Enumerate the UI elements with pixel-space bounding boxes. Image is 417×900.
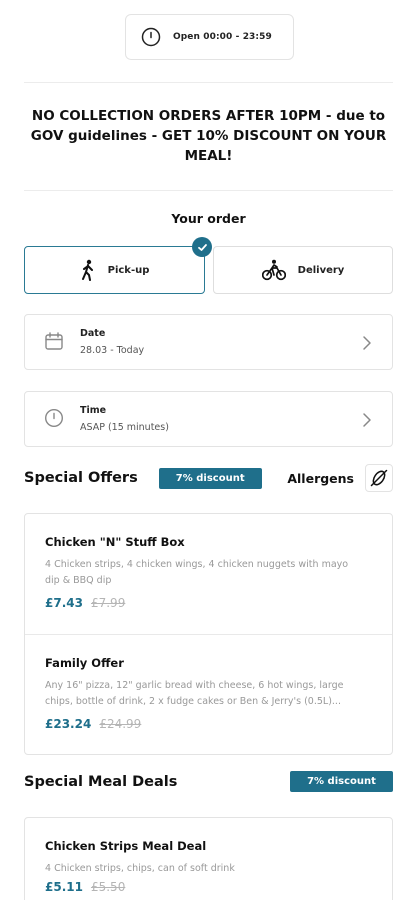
calendar-icon xyxy=(45,332,63,350)
item-description: 4 Chicken strips, 4 chicken wings, 4 chi… xyxy=(45,559,349,586)
your-order-title: Your order xyxy=(171,211,246,226)
selected-check-icon xyxy=(192,237,212,257)
chevron-right-icon xyxy=(363,413,371,427)
discount-badge: 7% discount xyxy=(158,467,262,489)
item-old-price: £24.99 xyxy=(99,717,142,731)
meal-deals-list: Chicken Strips Meal Deal 4 Chicken strip… xyxy=(24,817,393,900)
meal-deals-title: Special Meal Deals xyxy=(24,773,178,790)
divider xyxy=(24,190,393,191)
opening-hours: Open 00:00 - 23:59 xyxy=(125,14,294,60)
list-item[interactable]: Family Offer Any 16" pizza, 12" garlic b… xyxy=(25,634,392,754)
special-offers-list: Chicken "N" Stuff Box 4 Chicken strips, … xyxy=(24,513,393,755)
item-old-price: £7.99 xyxy=(90,596,126,610)
collection-notice: NO COLLECTION ORDERS AFTER 10PM - due to… xyxy=(30,108,387,164)
item-description: 4 Chicken strips, chips, can of soft dri… xyxy=(45,863,235,874)
delivery-label: Delivery xyxy=(297,264,345,276)
date-label: Date xyxy=(80,328,106,339)
item-old-price: £5.50 xyxy=(90,880,126,894)
opening-hours-text: Open 00:00 - 23:59 xyxy=(173,32,272,42)
delivery-option[interactable]: Delivery xyxy=(213,246,393,294)
clock-icon xyxy=(141,27,161,47)
item-name: Chicken "N" Stuff Box xyxy=(45,535,185,549)
clock-icon xyxy=(44,408,64,428)
special-offers-title: Special Offers xyxy=(24,470,138,486)
item-price: £5.11 xyxy=(45,880,83,894)
allergens-button[interactable] xyxy=(365,464,393,492)
list-item[interactable]: Chicken Strips Meal Deal 4 Chicken strip… xyxy=(25,818,392,900)
time-selector[interactable]: Time ASAP (15 minutes) xyxy=(24,391,393,447)
time-label: Time xyxy=(80,405,107,416)
pickup-label: Pick-up xyxy=(107,264,150,276)
item-name: Family Offer xyxy=(45,656,124,670)
bicycle-icon xyxy=(261,259,286,281)
meal-deals-header: Special Meal Deals 7% discount xyxy=(24,771,393,792)
special-offers-header: Special Offers 7% discount Allergens xyxy=(24,464,393,492)
time-value: ASAP (15 minutes) xyxy=(80,422,169,433)
item-price: £23.24 xyxy=(45,717,92,731)
chevron-right-icon xyxy=(363,336,371,350)
allergens-label[interactable]: Allergens xyxy=(287,471,354,486)
date-value: 28.03 - Today xyxy=(80,345,145,356)
date-selector[interactable]: Date 28.03 - Today xyxy=(24,314,393,370)
item-name: Chicken Strips Meal Deal xyxy=(45,839,207,853)
item-price: £7.43 xyxy=(45,596,83,610)
item-description: Any 16" pizza, 12" garlic bread with che… xyxy=(45,680,344,707)
divider xyxy=(24,82,393,83)
allergen-icon xyxy=(370,469,388,487)
discount-badge: 7% discount xyxy=(290,771,393,792)
pickup-option[interactable]: Pick-up xyxy=(24,246,205,294)
list-item[interactable]: Chicken "N" Stuff Box 4 Chicken strips, … xyxy=(25,514,392,634)
walking-person-icon xyxy=(81,259,93,281)
